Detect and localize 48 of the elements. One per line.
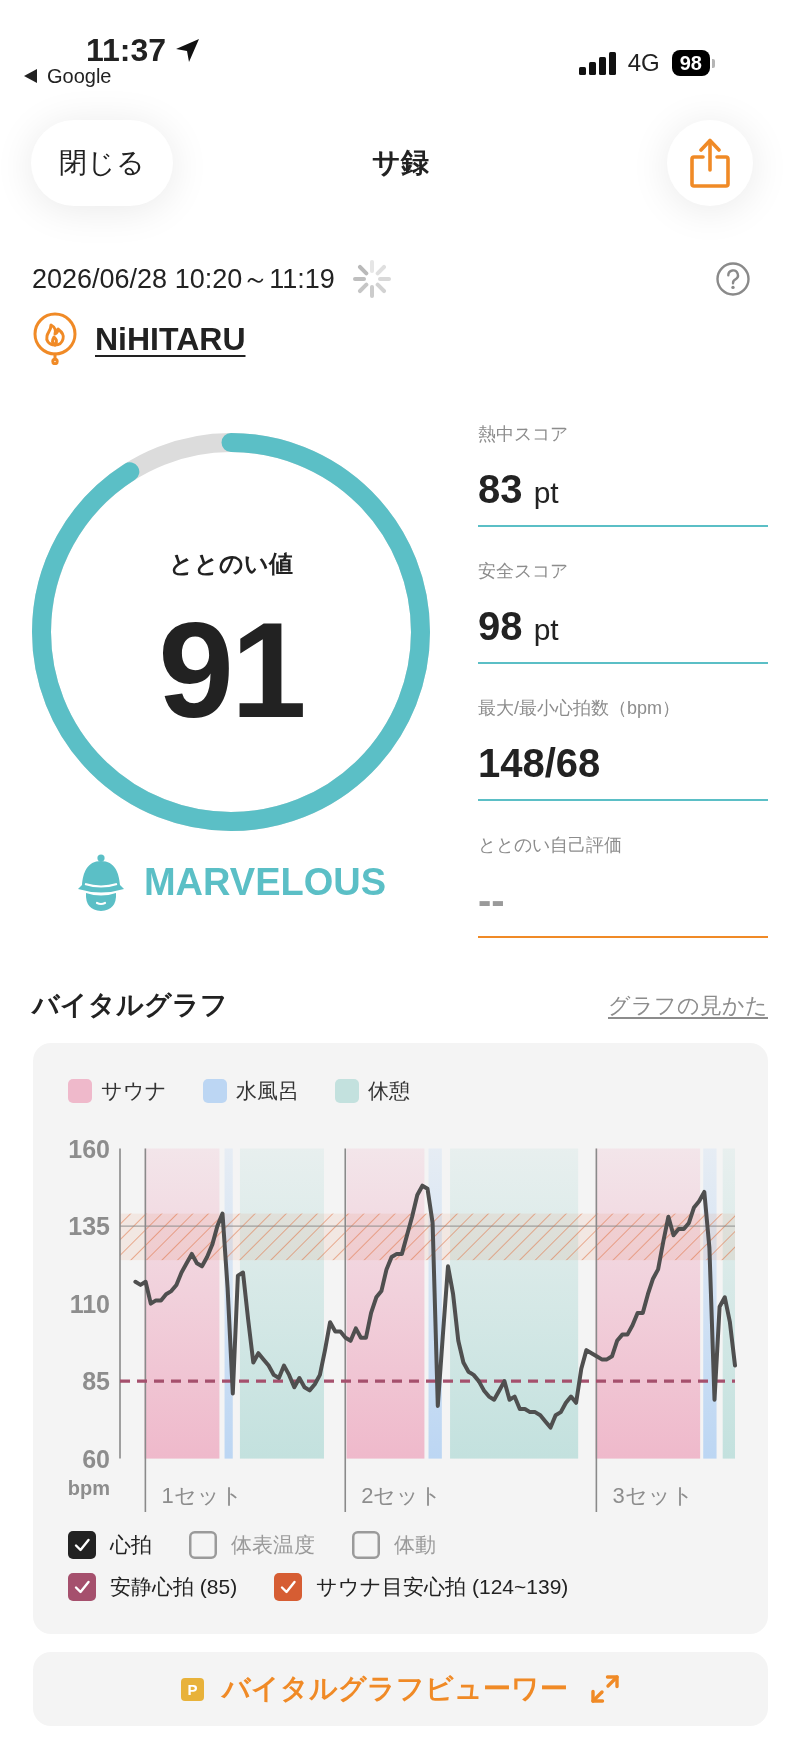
network-type-label: 4G [627,50,660,76]
checkbox[interactable] [274,1573,303,1601]
session-datetime: 2026/06/28 10:20～11:19 [32,263,335,296]
set-label: 3セット [612,1483,694,1508]
set-label: 2セット [361,1483,443,1508]
premium-badge: P [181,1677,204,1701]
checkbox[interactable] [189,1531,217,1559]
y-axis-unit-label: bpm [68,1477,110,1499]
y-axis-label: 60 [82,1444,110,1473]
checkbox[interactable] [68,1531,96,1559]
legend-label: 休憩 [368,1078,410,1104]
loading-spinner-icon [351,259,392,299]
facility-link[interactable]: NiHITARU [95,314,246,363]
y-axis-label: 110 [69,1289,110,1318]
score-label: ととのい自己評価 [478,834,623,857]
set-label: 1セット [161,1483,243,1508]
y-axis-label: 160 [68,1134,110,1163]
legend-label: サウナ [101,1078,167,1104]
score-number: 91 [158,594,304,746]
score-label: 熱中スコア [478,423,569,446]
flame-pin-icon [32,312,78,365]
location-arrow-icon [175,37,201,63]
battery-indicator: 98 [671,50,715,76]
rank-label: MARVELOUS [143,860,387,905]
score-value: 98 pt [478,602,768,664]
checkbox-label[interactable]: 安静心拍 (85) [110,1573,238,1601]
help-icon[interactable] [716,262,750,296]
status-time: 11:37 [86,34,167,66]
checkbox[interactable] [68,1573,96,1601]
checkbox[interactable] [352,1531,380,1559]
legend-label: 水風呂 [236,1078,299,1104]
score-label: 安全スコア [478,560,569,583]
expand-icon [590,1674,620,1704]
score-value: 148/68 [478,739,768,801]
close-button[interactable]: 閉じる [31,120,173,206]
cellular-signal-icon [578,51,616,75]
share-icon [690,138,730,188]
score-title: ととのい値 [169,550,293,577]
checkbox-label[interactable]: 心拍 [110,1531,152,1559]
back-icon[interactable] [24,69,37,83]
score-value: 83 pt [478,465,768,527]
back-app-link[interactable]: Google [47,66,112,86]
y-axis-label: 85 [82,1367,110,1396]
score-label: 最大/最小心拍数（bpm） [478,697,682,720]
checkbox-label[interactable]: サウナ目安心拍 (124~139) [316,1573,569,1601]
y-axis-label: 135 [68,1212,110,1241]
screen-title: サ録 [371,146,429,180]
section-title: バイタルグラフ [32,989,228,1022]
